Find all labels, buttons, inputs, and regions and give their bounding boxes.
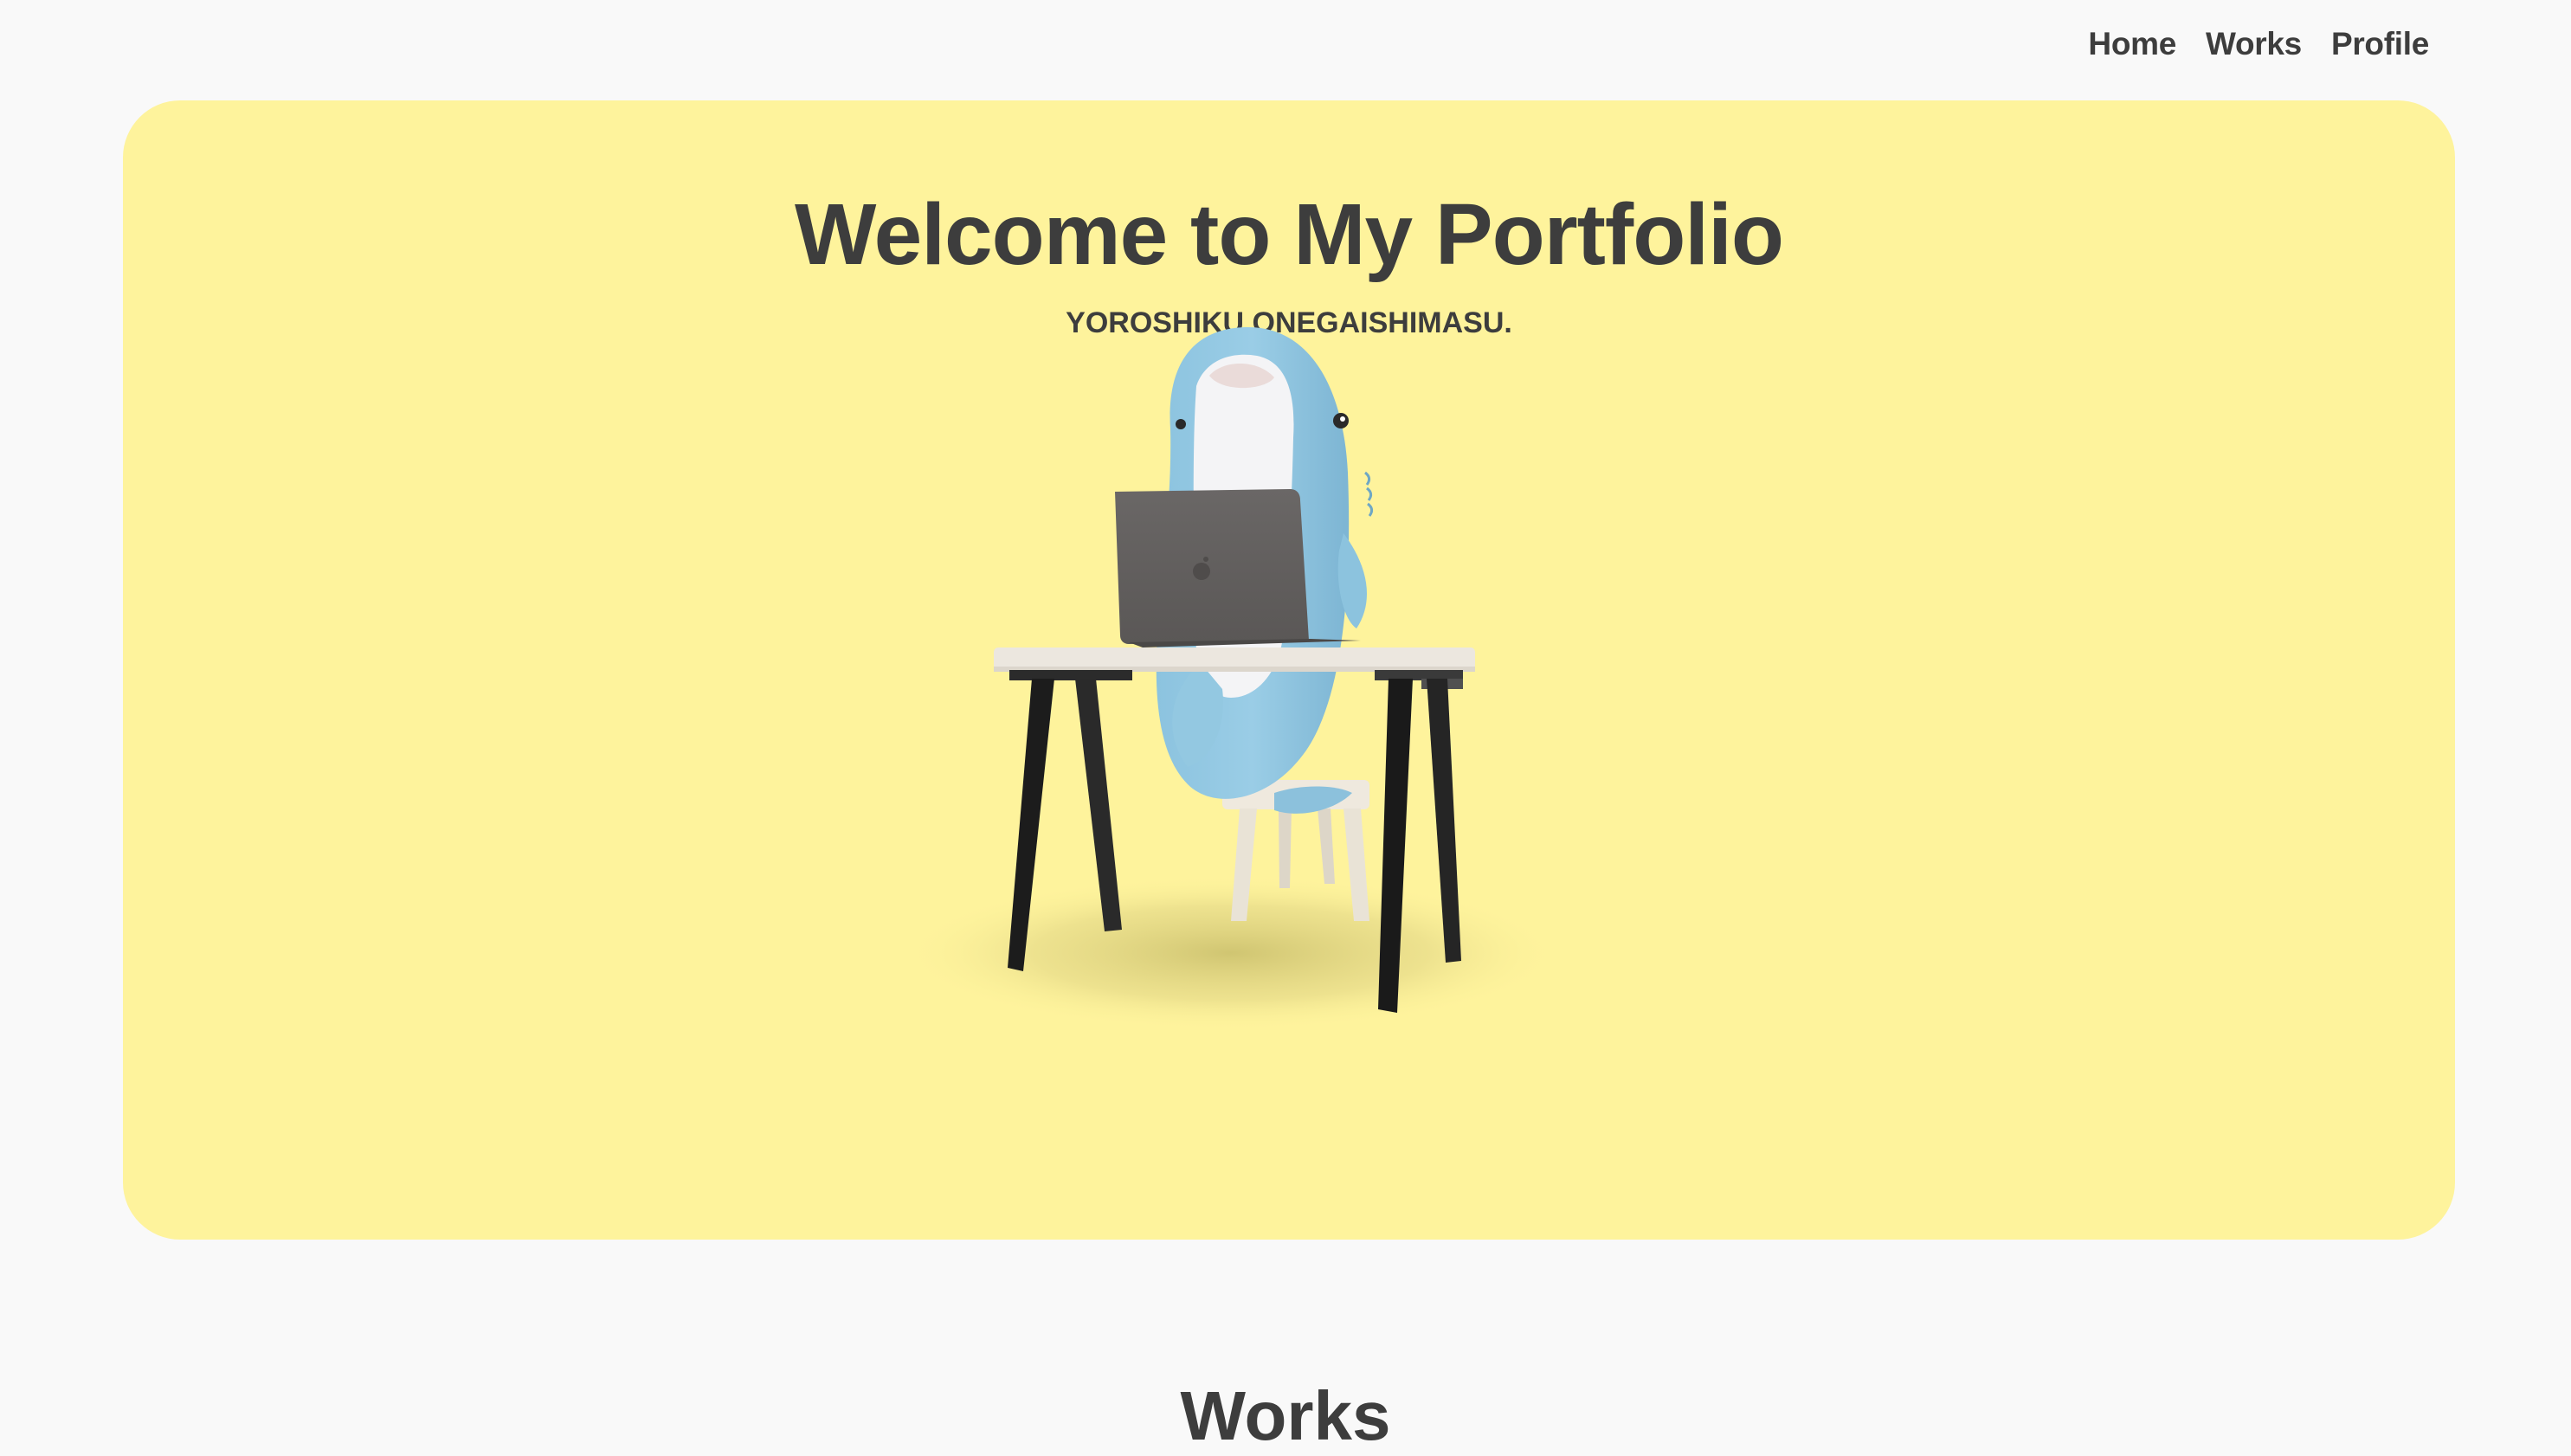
apple-logo-icon	[1193, 563, 1210, 580]
hero-illustration	[902, 327, 1560, 1031]
top-navigation: Home Works Profile	[2088, 26, 2429, 62]
nav-works-link[interactable]: Works	[2206, 26, 2302, 62]
nav-profile-link[interactable]: Profile	[2331, 26, 2429, 62]
floor-shadow	[902, 875, 1560, 1031]
nav-home-link[interactable]: Home	[2088, 26, 2176, 62]
hero-banner: Welcome to My Portfolio YOROSHIKU ONEGAI…	[123, 100, 2455, 1240]
works-section-heading: Works	[1180, 1377, 1391, 1454]
